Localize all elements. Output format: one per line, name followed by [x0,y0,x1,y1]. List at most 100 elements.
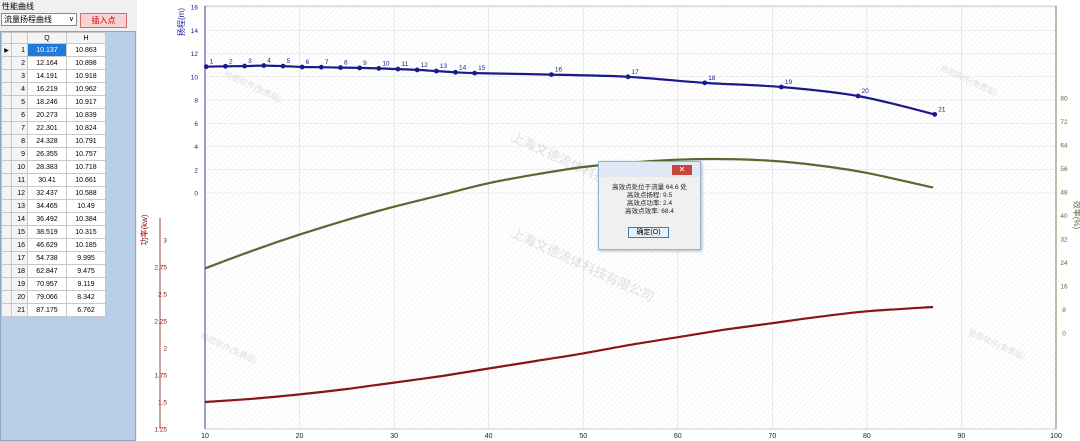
cell-q[interactable]: 12.164 [27,56,67,70]
table-row[interactable]: 11 30.41 10.661 [1,173,106,187]
current-row-arrow-icon[interactable]: ▶ [1,43,12,57]
table-row[interactable]: 16 46.629 10.185 [1,238,106,252]
row-selector[interactable] [1,56,12,70]
insert-point-button[interactable]: 插入点 [80,13,127,28]
cell-q[interactable]: 79.066 [27,290,67,304]
cell-h[interactable]: 10.315 [66,225,106,239]
cell-q[interactable]: 18.246 [27,95,67,109]
head-tick-label: 12 [191,51,199,58]
cell-q[interactable]: 32.437 [27,186,67,200]
row-index: 12 [11,186,28,200]
table-row[interactable]: 8 24.328 10.791 [1,134,106,148]
row-selector[interactable] [1,277,12,291]
row-selector[interactable] [1,147,12,161]
cell-h[interactable]: 9.995 [66,251,106,265]
table-row[interactable]: 17 54.738 9.995 [1,251,106,265]
cell-q[interactable]: 26.355 [27,147,67,161]
cell-h[interactable]: 10.791 [66,134,106,148]
table-row[interactable]: 21 87.175 6.762 [1,303,106,317]
cell-h[interactable]: 9.119 [66,277,106,291]
cell-h[interactable]: 10.185 [66,238,106,252]
cell-h[interactable]: 10.824 [66,121,106,135]
row-selector[interactable] [1,264,12,278]
row-selector[interactable] [1,238,12,252]
cell-q[interactable]: 14.191 [27,69,67,83]
cell-q[interactable]: 20.273 [27,108,67,122]
cell-q[interactable]: 30.41 [27,173,67,187]
cell-h[interactable]: 10.898 [66,56,106,70]
row-selector[interactable] [1,173,12,187]
cell-h[interactable]: 10.917 [66,95,106,109]
table-row[interactable]: 9 26.355 10.757 [1,147,106,161]
cell-q[interactable]: 36.492 [27,212,67,226]
row-selector[interactable] [1,199,12,213]
head-point-label: 16 [555,67,563,74]
table-row[interactable]: 14 36.492 10.384 [1,212,106,226]
chevron-down-icon[interactable]: ∨ [69,14,74,25]
table-row[interactable]: 4 16.219 10.962 [1,82,106,96]
cell-q[interactable]: 10.137 [27,43,67,57]
table-row[interactable]: 20 79.066 8.342 [1,290,106,304]
row-selector[interactable] [1,186,12,200]
dialog-line-efficiency: 高效点效率: 68.4 [625,208,674,215]
row-selector[interactable] [1,121,12,135]
table-row[interactable]: 5 18.246 10.917 [1,95,106,109]
power-tick-label: 1.75 [154,373,167,380]
row-selector[interactable] [1,82,12,96]
table-row[interactable]: 13 34.465 10.49 [1,199,106,213]
row-selector[interactable] [1,108,12,122]
cell-h[interactable]: 8.342 [66,290,106,304]
row-selector[interactable] [1,69,12,83]
table-row[interactable]: 18 62.847 9.475 [1,264,106,278]
cell-h[interactable]: 10.384 [66,212,106,226]
ok-button[interactable]: 确定(O) [628,227,669,238]
cell-h[interactable]: 10.757 [66,147,106,161]
cell-h[interactable]: 10.718 [66,160,106,174]
cell-h[interactable]: 10.49 [66,199,106,213]
row-selector[interactable] [1,251,12,265]
dialog-titlebar[interactable]: ✕ [599,162,700,177]
row-selector[interactable] [1,225,12,239]
row-selector[interactable] [1,160,12,174]
cell-h[interactable]: 10.588 [66,186,106,200]
table-row[interactable]: 3 14.191 10.918 [1,69,106,83]
row-selector[interactable] [1,134,12,148]
efficiency-tick-label: 40 [1060,213,1068,220]
cell-q[interactable]: 28.383 [27,160,67,174]
cell-h[interactable]: 6.762 [66,303,106,317]
cell-h[interactable]: 10.863 [66,43,106,57]
cell-q[interactable]: 34.465 [27,199,67,213]
cell-h[interactable]: 10.962 [66,82,106,96]
head-data-point [261,63,267,68]
table-row[interactable]: 7 22.301 10.824 [1,121,106,135]
column-header-h[interactable]: H [66,32,106,44]
cell-q[interactable]: 24.328 [27,134,67,148]
row-selector[interactable] [1,290,12,304]
cell-q[interactable]: 38.519 [27,225,67,239]
cell-q[interactable]: 87.175 [27,303,67,317]
table-row[interactable]: 12 32.437 10.588 [1,186,106,200]
row-selector[interactable] [1,95,12,109]
data-grid[interactable]: Q H ▶ 1 10.137 10.863 2 12.164 10.898 3 14.191 10… [0,31,136,441]
cell-h[interactable]: 10.661 [66,173,106,187]
table-row[interactable]: 19 70.957 9.119 [1,277,106,291]
cell-q[interactable]: 70.957 [27,277,67,291]
cell-h[interactable]: 9.475 [66,264,106,278]
cell-q[interactable]: 62.847 [27,264,67,278]
cell-h[interactable]: 10.918 [66,69,106,83]
cell-q[interactable]: 54.738 [27,251,67,265]
cell-q[interactable]: 16.219 [27,82,67,96]
curve-type-select[interactable]: 流量扬程曲线 ∨ [1,13,77,26]
table-row[interactable]: 2 12.164 10.898 [1,56,106,70]
table-row[interactable]: 10 28.383 10.718 [1,160,106,174]
table-row[interactable]: 15 38.519 10.315 [1,225,106,239]
row-selector[interactable] [1,303,12,317]
column-header-q[interactable]: Q [27,32,67,44]
cell-q[interactable]: 22.301 [27,121,67,135]
table-row[interactable]: ▶ 1 10.137 10.863 [1,43,106,57]
close-icon[interactable]: ✕ [672,165,692,175]
cell-q[interactable]: 46.629 [27,238,67,252]
row-selector[interactable] [1,212,12,226]
cell-h[interactable]: 10.839 [66,108,106,122]
table-row[interactable]: 6 20.273 10.839 [1,108,106,122]
